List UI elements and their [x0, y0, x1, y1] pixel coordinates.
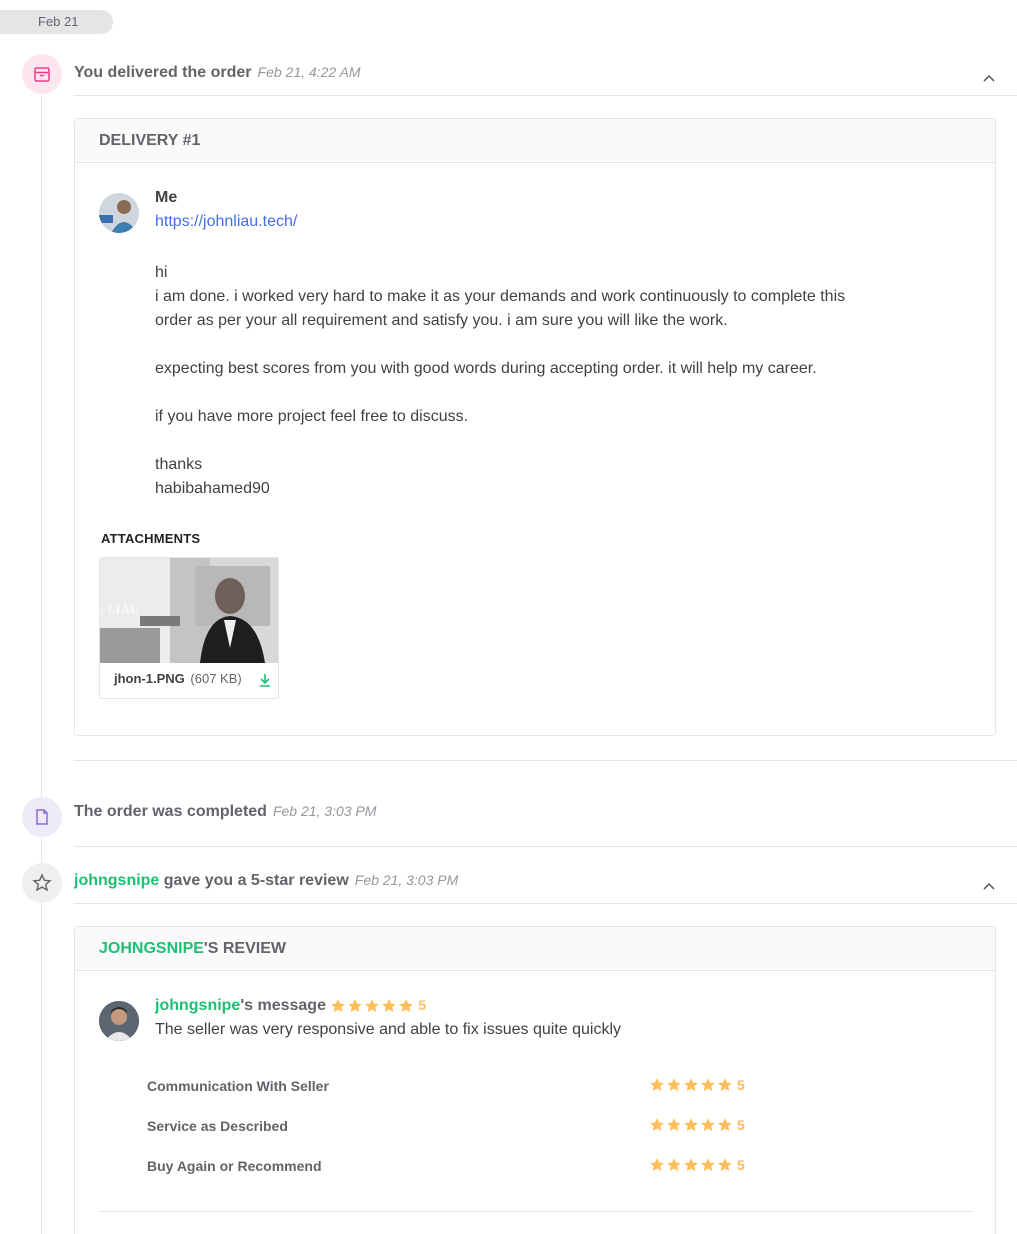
review-event-text: gave you a 5-star review [159, 872, 349, 889]
reviewer-suffix: 's message [240, 997, 326, 1014]
star-icon [684, 1158, 698, 1172]
message-line: order as per your all requirement and sa… [155, 312, 728, 329]
criteria-score: 5 [737, 1077, 745, 1093]
criteria-label: Communication With Seller [147, 1078, 329, 1094]
collapse-delivery-chevron-icon[interactable] [980, 69, 998, 87]
star-icon [650, 1158, 664, 1172]
date-divider: Feb 21 [0, 10, 113, 34]
collapse-review-chevron-icon[interactable] [980, 877, 998, 895]
attachments-label: ATTACHMENTS [101, 531, 201, 546]
attachment-size: (607 KB) [190, 671, 242, 686]
star-icon [650, 1118, 664, 1132]
star-icon [667, 1078, 681, 1092]
review-text: The seller was very responsive and able … [155, 1021, 621, 1038]
star-icon [365, 998, 380, 1012]
timeline-line [41, 96, 42, 1234]
star-icon [684, 1078, 698, 1092]
reviewer-avatar [99, 1001, 139, 1041]
message-line: hi [155, 264, 168, 281]
star-icon [718, 1118, 732, 1132]
message-line: i am done. i worked very hard to make it… [155, 288, 846, 305]
delivery-link[interactable]: https://johnliau.tech/ [155, 213, 297, 231]
attachment-card[interactable]: S LIAU jhon-1.PNG (607 KB) [99, 557, 279, 699]
delivery-card-header: DELIVERY #1 [75, 119, 995, 163]
criteria-label: Service as Described [147, 1118, 288, 1134]
star-icon [382, 998, 397, 1012]
divider [74, 95, 1017, 96]
star-icon [684, 1118, 698, 1132]
avatar [99, 193, 139, 233]
star-icon [667, 1158, 681, 1172]
criteria-score: 5 [737, 1117, 745, 1133]
review-header-text: 'S REVIEW [203, 940, 286, 957]
thumbnail-text: S LIAU [100, 602, 141, 616]
review-event-time: Feb 21, 3:03 PM [354, 872, 459, 888]
message-line: expecting best scores from you with good… [155, 360, 817, 377]
document-icon [22, 797, 62, 837]
divider [99, 1211, 973, 1212]
reviewer-name[interactable]: johngsnipe [155, 997, 240, 1014]
criteria-rating: 5 [649, 1077, 745, 1093]
delivered-event-time: Feb 21, 4:22 AM [257, 64, 361, 80]
criteria-label: Buy Again or Recommend [147, 1158, 322, 1174]
review-event-title: johngsnipe gave you a 5-star review Feb 2… [74, 872, 458, 890]
overall-rating-stars [330, 998, 414, 1014]
review-card: JOHNGSNIPE'S REVIEW johngsnipe's message… [74, 926, 996, 1234]
overall-rating-score: 5 [418, 997, 427, 1013]
package-icon [22, 54, 62, 94]
star-icon [399, 998, 414, 1012]
star-icon [718, 1158, 732, 1172]
delivery-message: hi i am done. i worked very hard to make… [155, 261, 945, 501]
reviewer-line: johngsnipe's message 5 [155, 997, 426, 1015]
star-icon [701, 1158, 715, 1172]
completed-event-time: Feb 21, 3:03 PM [272, 803, 377, 819]
delivered-event-title: You delivered the order Feb 21, 4:22 AM [74, 64, 361, 82]
star-icon [701, 1078, 715, 1092]
attachment-filename: jhon-1.PNG (607 KB) [114, 671, 242, 686]
divider [74, 760, 1017, 761]
star-outline-icon [22, 863, 62, 903]
delivery-card: DELIVERY #1 Me https://johnliau.tech/ hi… [74, 118, 996, 736]
message-line: thanks [155, 456, 203, 473]
criteria-rating: 5 [649, 1117, 745, 1133]
completed-event-title: The order was completed Feb 21, 3:03 PM [74, 803, 376, 821]
message-line: if you have more project feel free to di… [155, 408, 469, 425]
divider [74, 903, 1017, 904]
star-icon [650, 1078, 664, 1092]
delivered-event-text: You delivered the order [74, 64, 252, 81]
star-icon [348, 998, 363, 1012]
attachment-thumbnail[interactable]: S LIAU [100, 558, 278, 663]
star-icon [718, 1078, 732, 1092]
star-icon [667, 1118, 681, 1132]
review-card-header: JOHNGSNIPE'S REVIEW [75, 927, 995, 971]
criteria-stars [649, 1117, 733, 1133]
download-icon[interactable] [257, 672, 273, 688]
sender-name: Me [155, 189, 178, 206]
divider [74, 846, 1017, 847]
star-icon [331, 998, 346, 1012]
review-header-user: JOHNGSNIPE [99, 940, 204, 957]
message-line: habibahamed90 [155, 480, 270, 497]
star-icon [701, 1118, 715, 1132]
criteria-score: 5 [737, 1157, 745, 1173]
criteria-stars [649, 1157, 733, 1173]
criteria-rating: 5 [649, 1157, 745, 1173]
attachment-name: jhon-1.PNG [114, 671, 185, 686]
review-event-user[interactable]: johngsnipe [74, 872, 159, 889]
criteria-stars [649, 1077, 733, 1093]
completed-event-text: The order was completed [74, 803, 267, 820]
